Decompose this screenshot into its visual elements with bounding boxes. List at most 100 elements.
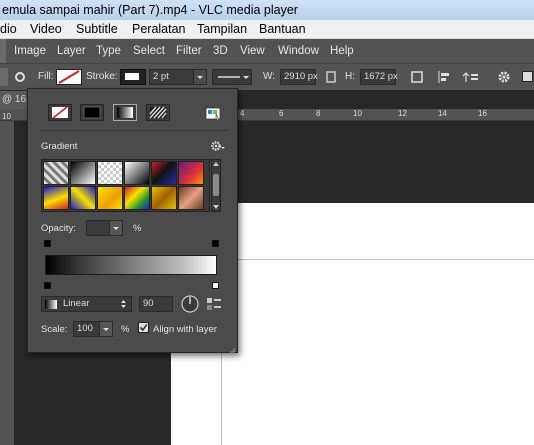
menu-peralatan[interactable]: Peralatan <box>132 20 186 39</box>
reverse-gradient-icon[interactable] <box>206 296 222 312</box>
swatches-picker-icon[interactable] <box>204 106 224 122</box>
align-with-layer-label: Align with layer <box>153 324 217 335</box>
color-stop[interactable] <box>44 282 51 289</box>
stroke-swatch[interactable] <box>120 69 146 85</box>
chevron-down-icon[interactable] <box>193 70 206 84</box>
angle-value: 90 <box>143 298 154 309</box>
opacity-label: Opacity: <box>41 223 76 234</box>
ruler-number: 12 <box>398 109 407 118</box>
window-title: emula sampai mahir (Part 7).mp4 - VLC me… <box>2 3 298 17</box>
stroke-width-value: 2 pt <box>153 71 169 82</box>
photoshop-menu-bar: Image Layer Type Select Filter 3D View W… <box>0 39 534 63</box>
menu-help[interactable]: Help <box>330 39 354 63</box>
chevron-down-icon[interactable] <box>109 221 122 235</box>
settings-icon[interactable] <box>496 68 512 86</box>
scrollbar-thumb[interactable] <box>213 174 219 196</box>
gradient-style-value: Linear <box>63 298 90 309</box>
angle-dial-icon[interactable] <box>180 294 200 314</box>
stroke-label: Stroke: <box>86 71 118 82</box>
menu-3d[interactable]: 3D <box>213 39 228 63</box>
gradient-swatch[interactable] <box>124 161 150 185</box>
gradient-swatch[interactable] <box>43 186 69 210</box>
options-bar: Fill: Stroke: 2 pt W: 2910 px H: 1672 px <box>0 63 534 91</box>
height-value: 1672 px <box>364 71 398 82</box>
solid-color-button[interactable] <box>80 104 104 121</box>
options-edge <box>0 68 8 86</box>
gear-icon[interactable] <box>14 68 26 86</box>
angle-field[interactable]: 90 <box>139 296 173 312</box>
document-tab-label: @ 16. <box>2 94 29 105</box>
menu-window[interactable]: Window <box>278 39 319 63</box>
ruler-number: 8 <box>316 109 321 118</box>
vlc-menu-bar: dio Video Subtitle Peralatan Tampilan Ba… <box>0 20 534 39</box>
opacity-stop[interactable] <box>212 240 219 247</box>
resize-grip-icon[interactable] <box>229 344 235 353</box>
width-field[interactable]: 2910 px <box>280 69 318 85</box>
divider <box>38 130 228 131</box>
gradient-swatch[interactable] <box>70 186 96 210</box>
menu-bantuan[interactable]: Bantuan <box>259 20 306 39</box>
menu-edge <box>0 39 6 63</box>
h-label: H: <box>345 71 355 82</box>
menu-filter[interactable]: Filter <box>176 39 202 63</box>
updown-icon <box>121 300 126 308</box>
gradient-swatch[interactable] <box>178 161 204 185</box>
gradient-swatch[interactable] <box>70 161 96 185</box>
chevron-down-icon[interactable] <box>99 322 112 336</box>
link-dimensions-icon[interactable] <box>324 68 338 86</box>
gradient-button[interactable] <box>113 104 137 121</box>
menu-subtitle[interactable]: Subtitle <box>76 20 118 39</box>
no-color-button[interactable] <box>48 104 72 121</box>
gradient-style-dropdown[interactable]: Linear <box>41 296 132 312</box>
checkbox-icon[interactable] <box>138 322 149 333</box>
color-stop[interactable] <box>212 282 219 289</box>
gradient-swatch[interactable] <box>124 186 150 210</box>
ruler-number: 6 <box>279 109 284 118</box>
width-value: 2910 px <box>284 71 318 82</box>
fill-label: Fill: <box>38 71 54 82</box>
gradient-swatches <box>41 159 210 212</box>
ruler-number: 4 <box>240 109 245 118</box>
ruler-number: 10 <box>353 109 362 118</box>
ruler-number: 16 <box>478 109 487 118</box>
menu-select[interactable]: Select <box>133 39 165 63</box>
fill-swatch[interactable] <box>56 69 82 85</box>
menu-layer[interactable]: Layer <box>57 39 86 63</box>
path-operations-icon[interactable] <box>410 68 424 86</box>
gradient-swatch[interactable] <box>151 161 177 185</box>
opacity-unit: % <box>133 223 142 234</box>
gradient-label: Gradient <box>41 141 78 152</box>
menu-tampilan[interactable]: Tampilan <box>197 20 247 39</box>
gradient-swatch[interactable] <box>97 161 123 185</box>
gradient-swatch[interactable] <box>178 186 204 210</box>
gradient-swatch[interactable] <box>43 161 69 185</box>
fill-type-panel: Gradient Opacity: % Linear 90 Scale: 100… <box>27 88 238 353</box>
gradient-swatch[interactable] <box>151 186 177 210</box>
scale-label: Scale: <box>41 324 68 335</box>
gradient-swatch[interactable] <box>97 186 123 210</box>
menu-video[interactable]: Video <box>30 20 62 39</box>
w-label: W: <box>263 71 276 82</box>
ruler-number: 14 <box>438 109 447 118</box>
align-edges-checkbox[interactable] <box>521 68 534 86</box>
menu-view[interactable]: View <box>240 39 265 63</box>
menu-type[interactable]: Type <box>96 39 121 63</box>
opacity-field[interactable] <box>86 220 123 236</box>
stroke-type-dropdown[interactable] <box>212 69 252 85</box>
scale-unit: % <box>121 324 130 335</box>
path-arrangement-icon[interactable] <box>462 68 480 86</box>
stroke-width-field[interactable]: 2 pt <box>149 69 207 85</box>
document-tab[interactable]: @ 16. <box>0 91 30 109</box>
height-field[interactable]: 1672 px <box>360 69 398 85</box>
gradient-preview-bar[interactable] <box>45 255 217 275</box>
path-alignment-icon[interactable] <box>436 68 452 86</box>
window-title-bar: emula sampai mahir (Part 7).mp4 - VLC me… <box>0 0 534 20</box>
swatch-scrollbar[interactable] <box>211 159 221 212</box>
pattern-button[interactable] <box>146 104 170 121</box>
scale-field[interactable]: 100 <box>73 321 113 337</box>
opacity-stop[interactable] <box>44 240 51 247</box>
ruler-number: 10 <box>2 112 11 121</box>
gear-icon[interactable] <box>210 139 226 153</box>
menu-audio[interactable]: dio <box>0 20 17 39</box>
menu-image[interactable]: Image <box>14 39 46 63</box>
